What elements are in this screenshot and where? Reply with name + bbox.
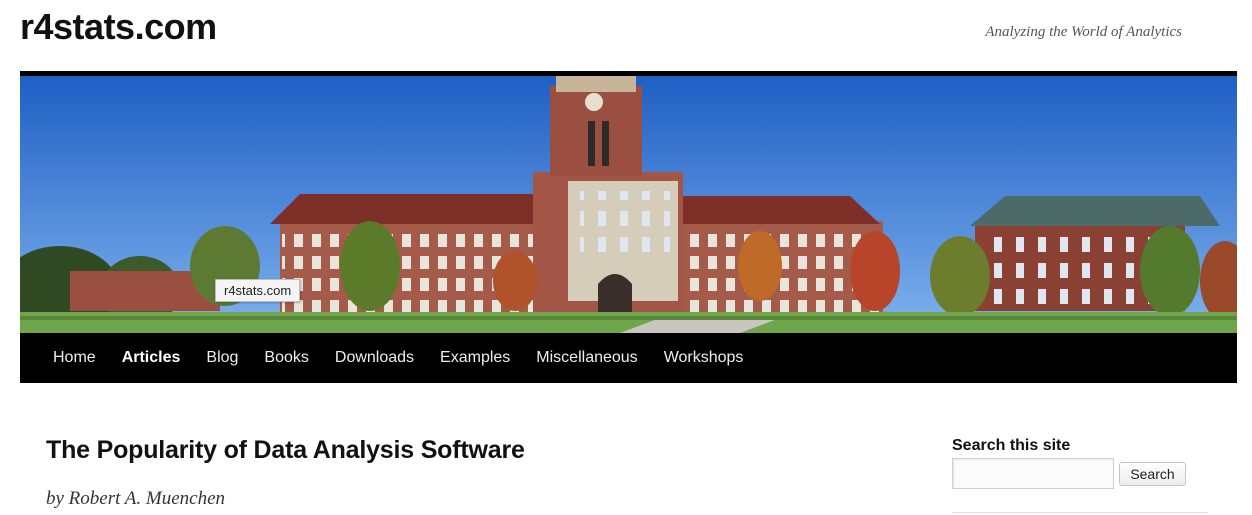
site-title[interactable]: r4stats.com xyxy=(20,6,217,48)
nav-item-examples[interactable]: Examples xyxy=(427,333,523,383)
search-button[interactable]: Search xyxy=(1119,462,1186,486)
widget-divider xyxy=(952,512,1208,513)
nav-item-blog[interactable]: Blog xyxy=(193,333,251,383)
banner-tooltip: r4stats.com xyxy=(215,279,301,302)
nav-item-books[interactable]: Books xyxy=(251,333,321,383)
post-byline: by Robert A. Muenchen xyxy=(46,488,226,509)
nav-item-workshops[interactable]: Workshops xyxy=(651,333,757,383)
post-title[interactable]: The Popularity of Data Analysis Software xyxy=(46,436,525,465)
nav-item-downloads[interactable]: Downloads xyxy=(322,333,427,383)
nav-item-home[interactable]: Home xyxy=(40,333,109,383)
campus-photo xyxy=(20,76,1237,333)
search-widget-title: Search this site xyxy=(952,437,1071,454)
site-description: Analyzing the World of Analytics xyxy=(985,24,1182,40)
search-input[interactable] xyxy=(952,458,1114,489)
header-banner-image[interactable]: r4stats.com xyxy=(20,76,1237,333)
nav-item-articles[interactable]: Articles xyxy=(109,333,194,383)
primary-nav: Home Articles Blog Books Downloads Examp… xyxy=(20,333,1237,383)
nav-item-miscellaneous[interactable]: Miscellaneous xyxy=(523,333,650,383)
